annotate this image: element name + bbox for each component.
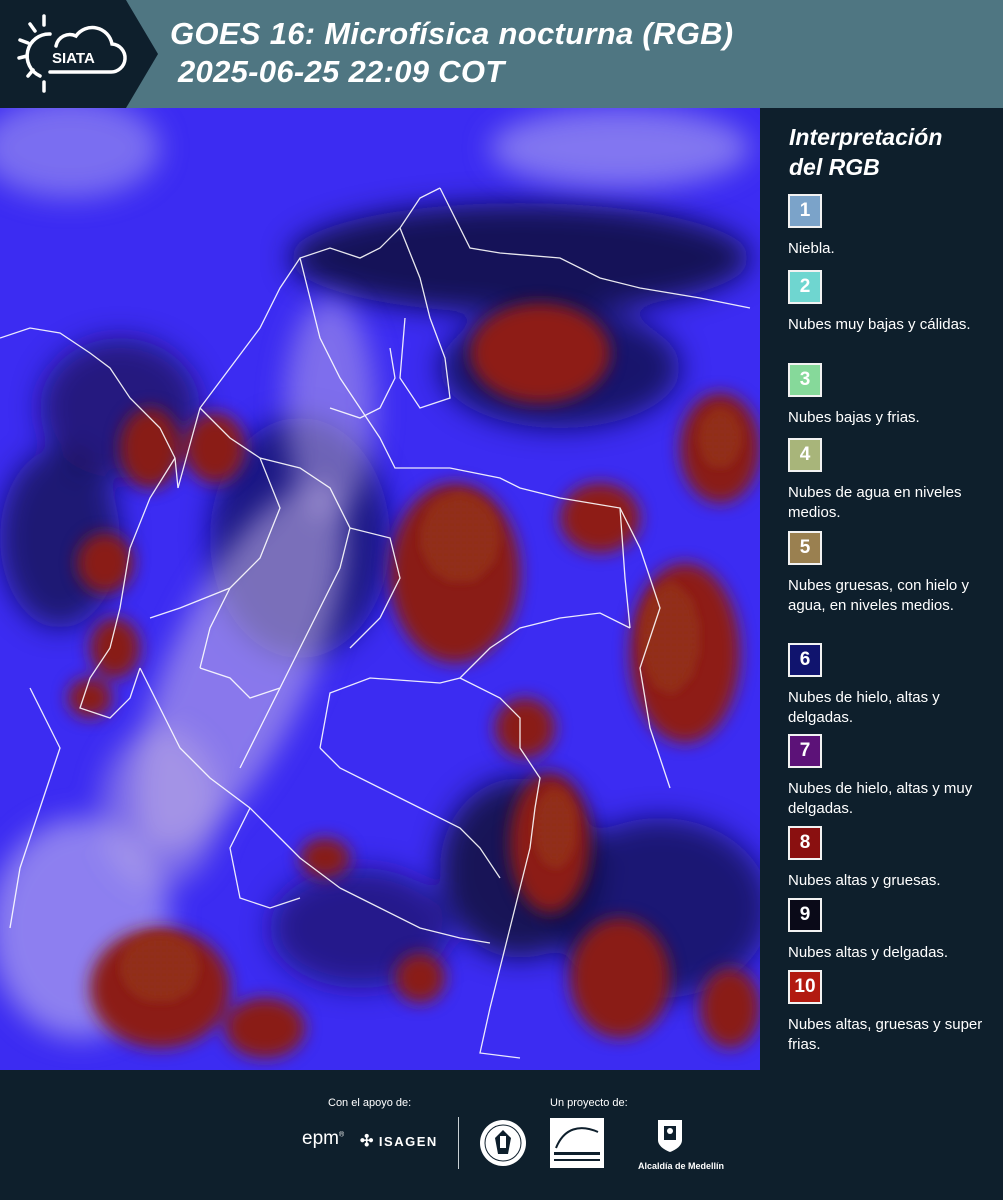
isagen-logo-text: ISAGEN (378, 1133, 438, 1149)
legend-label: Nubes gruesas, con hielo y agua, en nive… (788, 577, 969, 614)
isagen-mark-icon: ✣ (360, 1133, 375, 1150)
legend-item-1: 1 Niebla. (788, 194, 998, 259)
legend-label: Niebla. (788, 240, 835, 257)
legend-swatch: 1 (788, 194, 822, 228)
siata-logo[interactable]: SIATA (0, 0, 158, 108)
legend-item-6: 6 Nubes de hielo, altas y delgadas. (788, 643, 998, 728)
legend-title-line1: Interpretación (789, 124, 943, 150)
legend-item-8: 8 Nubes altas y gruesas. (788, 826, 998, 891)
page-title: GOES 16: Microfísica nocturna (RGB) (170, 16, 734, 51)
legend-swatch: 3 (788, 363, 822, 397)
epm-logo[interactable]: epm® (302, 1128, 344, 1150)
legend-label: Nubes bajas y frias. (788, 409, 920, 426)
medellin-shield-icon (658, 1120, 682, 1152)
legend-item-7: 7 Nubes de hielo, altas y muy delgadas. (788, 734, 998, 819)
legend-label: Nubes de agua en niveles medios. (788, 484, 962, 521)
seal-icon (480, 1120, 526, 1166)
legend-swatch: 9 (788, 898, 822, 932)
isagen-logo[interactable]: ✣ ISAGEN (360, 1131, 438, 1151)
legend-item-9: 9 Nubes altas y delgadas. (788, 898, 998, 963)
medellin-logo-text: Alcaldía de Medellín (638, 1161, 725, 1171)
legend-label: Nubes altas, gruesas y super frias. (788, 1016, 983, 1053)
legend-swatch: 5 (788, 531, 822, 565)
satellite-map[interactable] (0, 108, 760, 1070)
header-bar: SIATA GOES 16: Microfísica nocturna (RGB… (0, 0, 1003, 108)
legend-item-4: 4 Nubes de agua en niveles medios. (788, 438, 998, 523)
legend-label: Nubes de hielo, altas y delgadas. (788, 689, 940, 726)
legend-title-line2: del RGB (789, 154, 880, 180)
footer: Con el apoyo de: Un proyecto de: epm® ✣ … (0, 1070, 1003, 1200)
siata-logo-graphic: SIATA (0, 0, 158, 108)
legend-label: Nubes muy bajas y cálidas. (788, 316, 971, 333)
legend-swatch: 4 (788, 438, 822, 472)
legend-title: Interpretación del RGB (789, 122, 989, 182)
support-caption: Con el apoyo de: (328, 1097, 412, 1109)
legend-swatch: 7 (788, 734, 822, 768)
area-metropolitana-logo[interactable] (550, 1118, 604, 1168)
epm-logo-text: epm (302, 1128, 339, 1149)
legend-item-2: 2 Nubes muy bajas y cálidas. (788, 270, 998, 335)
legend-label: Nubes altas y gruesas. (788, 872, 941, 889)
area-metropolitana-icon (550, 1118, 604, 1168)
rgb-legend: Interpretación del RGB 1 Niebla. 2 Nubes… (760, 108, 1003, 1070)
legend-label: Nubes altas y delgadas. (788, 944, 949, 961)
legend-swatch: 10 (788, 970, 822, 1004)
siata-logo-text: SIATA (52, 50, 95, 67)
legend-swatch: 8 (788, 826, 822, 860)
legend-item-5: 5 Nubes gruesas, con hielo y agua, en ni… (788, 531, 998, 616)
legend-item-10: 10 Nubes altas, gruesas y super frias. (788, 970, 998, 1055)
university-seal-logo[interactable] (478, 1118, 528, 1168)
legend-swatch: 6 (788, 643, 822, 677)
legend-item-3: 3 Nubes bajas y frias. (788, 363, 998, 428)
legend-swatch: 2 (788, 270, 822, 304)
page-timestamp: 2025-06-25 22:09 COT (178, 54, 505, 89)
legend-label: Nubes de hielo, altas y muy delgadas. (788, 780, 973, 817)
satellite-rgb-image (0, 108, 760, 1070)
footer-divider (458, 1117, 459, 1169)
project-caption: Un proyecto de: (550, 1097, 628, 1109)
alcaldia-medellin-logo[interactable]: Alcaldía de Medellín (638, 1118, 725, 1174)
